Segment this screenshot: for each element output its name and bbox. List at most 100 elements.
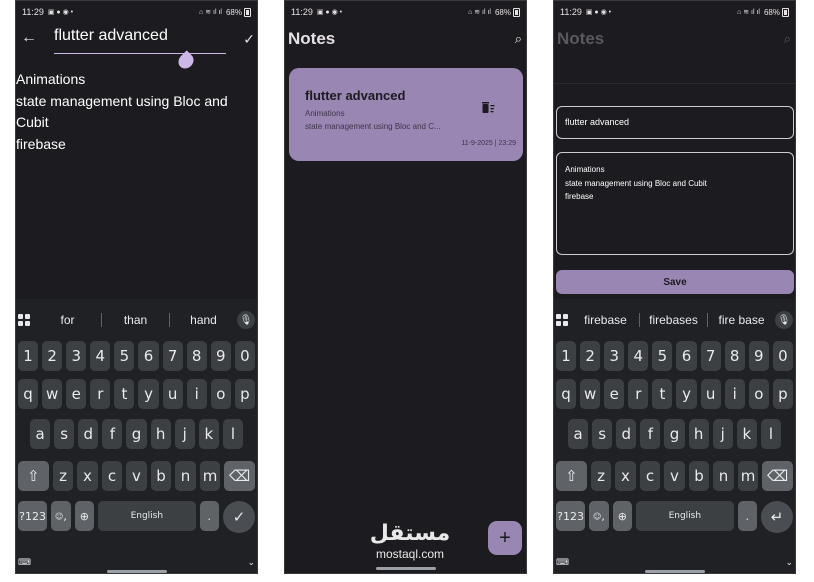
- period-key[interactable]: .: [199, 501, 219, 531]
- gesture-nav-bar[interactable]: [375, 567, 436, 570]
- note-card[interactable]: flutter advanced Animations state manage…: [289, 68, 523, 161]
- key-v[interactable]: v: [126, 461, 147, 491]
- key-c[interactable]: c: [101, 461, 123, 491]
- globe-icon[interactable]: ⊕: [74, 501, 95, 531]
- key-y[interactable]: y: [138, 379, 159, 409]
- key-r[interactable]: r: [628, 379, 649, 409]
- key-b[interactable]: b: [150, 461, 172, 491]
- key-b[interactable]: b: [688, 461, 710, 491]
- key-d[interactable]: d: [78, 419, 99, 449]
- save-button[interactable]: Save: [556, 270, 794, 294]
- symbols-key[interactable]: ?123: [556, 501, 586, 531]
- microphone-icon[interactable]: 🎙: [775, 311, 793, 329]
- gesture-nav-bar[interactable]: [644, 570, 705, 573]
- space-key[interactable]: English: [636, 501, 734, 531]
- key-g[interactable]: g: [126, 419, 147, 449]
- key-l[interactable]: l: [760, 419, 781, 449]
- key-i[interactable]: i: [724, 379, 745, 409]
- suggestion-3[interactable]: hand: [170, 313, 237, 327]
- key-9[interactable]: 9: [210, 341, 231, 371]
- key-n[interactable]: n: [713, 461, 734, 491]
- key-3[interactable]: 3: [604, 341, 625, 371]
- microphone-icon[interactable]: 🎙: [237, 311, 255, 329]
- key-f[interactable]: f: [640, 419, 661, 449]
- done-check-icon[interactable]: ✓: [222, 501, 255, 533]
- key-x[interactable]: x: [615, 461, 636, 491]
- back-arrow-icon[interactable]: ←: [21, 29, 37, 49]
- key-o[interactable]: o: [748, 379, 769, 409]
- key-w[interactable]: w: [580, 379, 601, 409]
- gesture-nav-bar[interactable]: [106, 570, 167, 573]
- suggestion-3[interactable]: fire base: [708, 313, 775, 327]
- key-q[interactable]: q: [18, 379, 39, 409]
- key-m[interactable]: m: [199, 461, 221, 491]
- key-6[interactable]: 6: [138, 341, 159, 371]
- key-5[interactable]: 5: [652, 341, 673, 371]
- key-6[interactable]: 6: [676, 341, 697, 371]
- shift-key[interactable]: ⇧: [556, 461, 587, 491]
- space-key[interactable]: English: [98, 501, 196, 531]
- key-x[interactable]: x: [77, 461, 98, 491]
- key-h[interactable]: h: [688, 419, 709, 449]
- suggestion-2[interactable]: firebases: [640, 313, 707, 327]
- key-p[interactable]: p: [772, 379, 793, 409]
- key-4[interactable]: 4: [628, 341, 649, 371]
- key-5[interactable]: 5: [114, 341, 135, 371]
- globe-icon[interactable]: ⊕: [612, 501, 633, 531]
- key-o[interactable]: o: [210, 379, 231, 409]
- period-key[interactable]: .: [737, 501, 757, 531]
- check-icon[interactable]: ✓: [243, 31, 255, 48]
- key-2[interactable]: 2: [42, 341, 63, 371]
- apps-grid-icon[interactable]: [556, 314, 572, 326]
- suggestion-1[interactable]: firebase: [572, 313, 639, 327]
- key-u[interactable]: u: [700, 379, 721, 409]
- content-input[interactable]: Animations state management using Bloc a…: [16, 69, 252, 155]
- key-s[interactable]: s: [592, 419, 613, 449]
- key-z[interactable]: z: [52, 461, 74, 491]
- chevron-down-icon[interactable]: ⌄: [785, 557, 793, 568]
- enter-return-icon[interactable]: ↵: [760, 501, 793, 533]
- key-s[interactable]: s: [54, 419, 75, 449]
- search-icon[interactable]: ⌕: [515, 31, 522, 47]
- key-2[interactable]: 2: [580, 341, 601, 371]
- key-m[interactable]: m: [737, 461, 759, 491]
- key-k[interactable]: k: [198, 419, 219, 449]
- key-t[interactable]: t: [114, 379, 135, 409]
- key-1[interactable]: 1: [556, 341, 577, 371]
- key-i[interactable]: i: [186, 379, 207, 409]
- key-e[interactable]: e: [604, 379, 625, 409]
- key-n[interactable]: n: [175, 461, 196, 491]
- key-0[interactable]: 0: [234, 341, 255, 371]
- key-j[interactable]: j: [712, 419, 733, 449]
- key-g[interactable]: g: [664, 419, 685, 449]
- shift-key[interactable]: ⇧: [18, 461, 49, 491]
- key-1[interactable]: 1: [18, 341, 39, 371]
- suggestion-2[interactable]: than: [102, 313, 169, 327]
- delete-sweep-icon[interactable]: [481, 101, 495, 115]
- key-a[interactable]: a: [568, 419, 589, 449]
- comma-key[interactable]: ☺,: [51, 501, 71, 531]
- key-v[interactable]: v: [664, 461, 685, 491]
- key-3[interactable]: 3: [66, 341, 87, 371]
- keyboard-switch-icon[interactable]: ⌨: [18, 557, 31, 568]
- key-d[interactable]: d: [616, 419, 637, 449]
- key-4[interactable]: 4: [90, 341, 111, 371]
- key-t[interactable]: t: [652, 379, 673, 409]
- key-8[interactable]: 8: [186, 341, 207, 371]
- key-e[interactable]: e: [66, 379, 87, 409]
- key-7[interactable]: 7: [700, 341, 721, 371]
- suggestion-1[interactable]: for: [34, 313, 101, 327]
- add-note-button[interactable]: +: [488, 521, 522, 555]
- key-9[interactable]: 9: [748, 341, 769, 371]
- symbols-key[interactable]: ?123: [18, 501, 48, 531]
- content-field[interactable]: Animations state management using Bloc a…: [556, 152, 794, 255]
- title-input[interactable]: flutter advanced: [54, 27, 168, 45]
- key-l[interactable]: l: [222, 419, 243, 449]
- keyboard-switch-icon[interactable]: ⌨: [556, 557, 569, 568]
- key-a[interactable]: a: [30, 419, 51, 449]
- backspace-icon[interactable]: ⌫: [762, 461, 793, 491]
- key-y[interactable]: y: [676, 379, 697, 409]
- key-p[interactable]: p: [234, 379, 255, 409]
- key-c[interactable]: c: [639, 461, 661, 491]
- key-h[interactable]: h: [150, 419, 171, 449]
